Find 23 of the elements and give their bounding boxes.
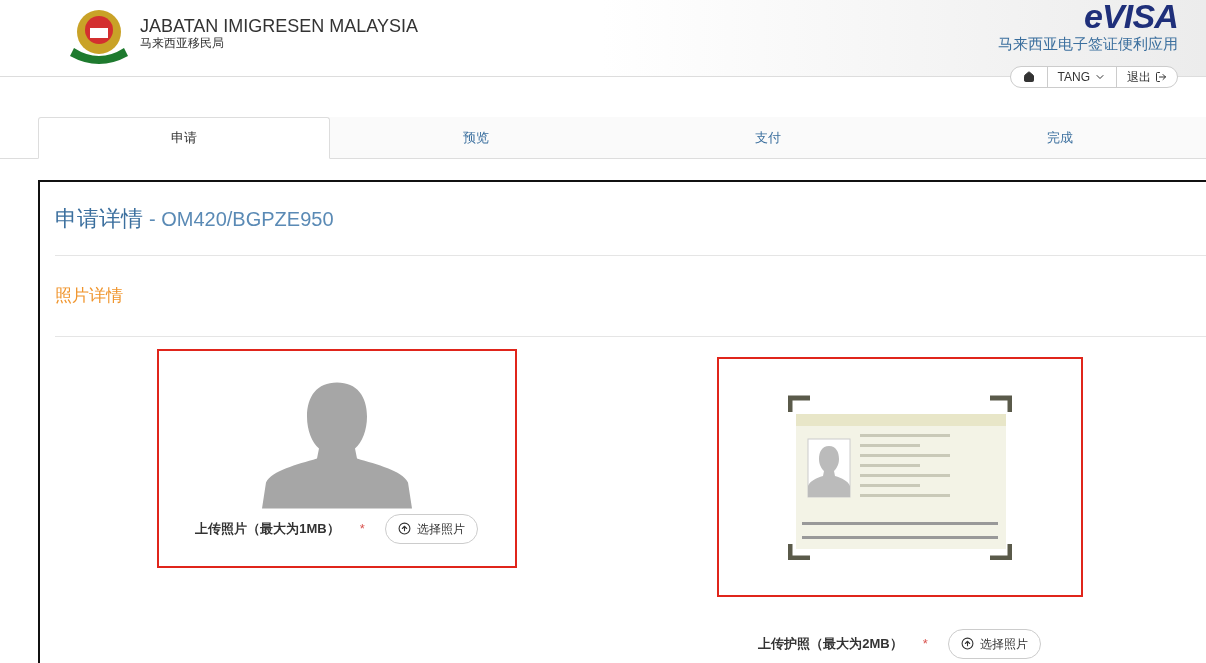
step-tab[interactable]: 完成 bbox=[914, 117, 1206, 158]
logout-button[interactable]: 退出 bbox=[1117, 67, 1177, 87]
user-menu-button[interactable]: TANG bbox=[1047, 67, 1117, 87]
evisa-logo: eVISA bbox=[1084, 0, 1178, 32]
upload-icon bbox=[397, 522, 411, 535]
choose-photo-button[interactable]: 选择照片 bbox=[384, 513, 478, 544]
upload-label: 上传照片（最大为1MB） bbox=[195, 519, 340, 538]
app-name: 马来西亚电子签证便利应用 bbox=[998, 34, 1178, 54]
home-icon bbox=[1022, 71, 1035, 83]
panel-title: 申请详情 bbox=[55, 205, 143, 233]
logout-icon bbox=[1155, 71, 1167, 83]
choose-photo-button[interactable]: 选择照片 bbox=[947, 628, 1041, 659]
step-tab[interactable]: 支付 bbox=[622, 117, 914, 158]
agency-name: JABATAN IMIGRESEN MALAYSIA bbox=[140, 16, 419, 36]
required-mark: * bbox=[922, 634, 928, 653]
upload-label: 上传护照（最大为2MB） bbox=[758, 634, 903, 653]
step-tab[interactable]: 申请 bbox=[38, 117, 330, 159]
section-title: 照片详情 bbox=[55, 286, 123, 305]
agency-name-chinese: 马来西亚移民局 bbox=[140, 36, 225, 50]
step-tab[interactable]: 预览 bbox=[330, 117, 622, 158]
required-mark: * bbox=[359, 519, 365, 538]
reference-number: - OM420/BGPZE950 bbox=[149, 207, 334, 232]
upload-icon bbox=[960, 637, 974, 650]
